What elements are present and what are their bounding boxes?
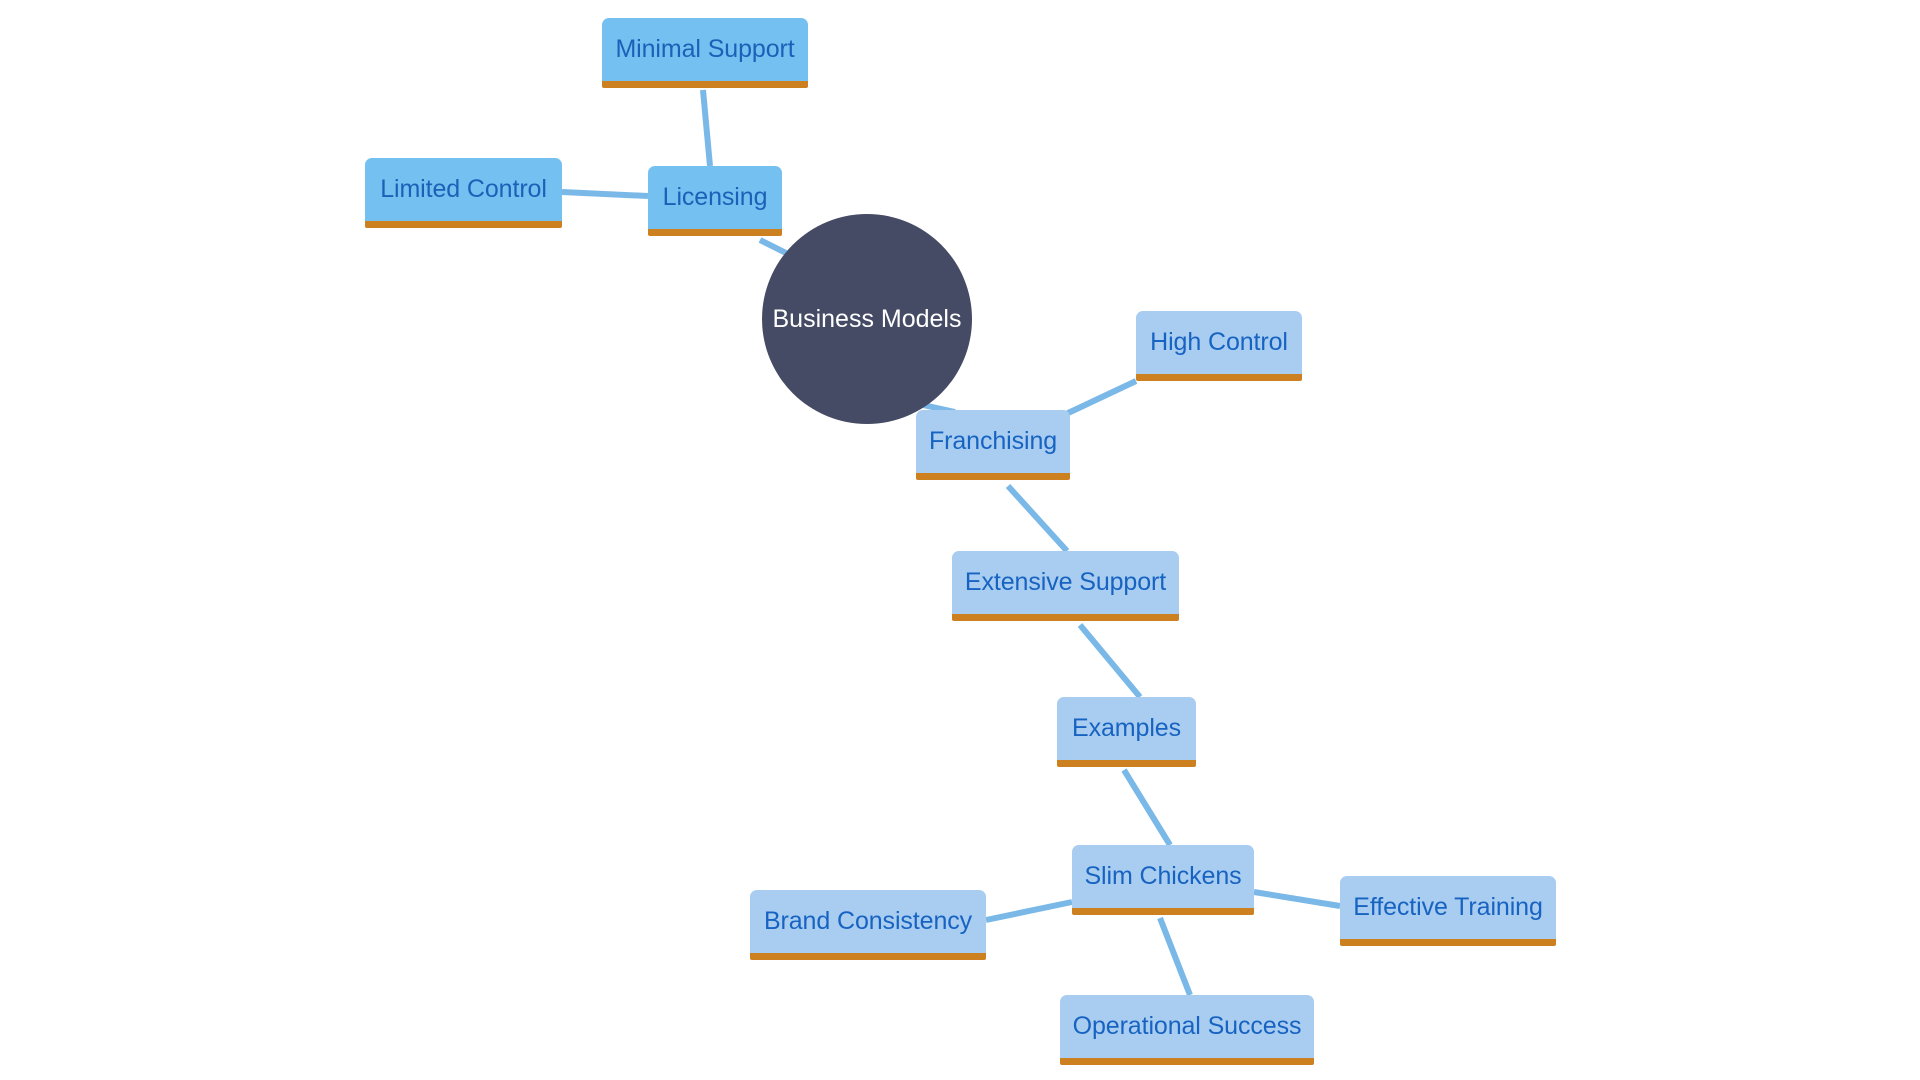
edge-licensing-limited-control [561,189,649,199]
node-examples[interactable]: Examples [1057,697,1196,767]
node-label-extensive-support: Extensive Support [964,568,1167,596]
root-node-business-models[interactable]: Business Models [762,214,972,424]
node-licensing[interactable]: Licensing [648,166,782,236]
edge-licensing-minimal-support [700,89,713,167]
node-label-minimal-support: Minimal Support [615,35,795,63]
root-node-label: Business Models [772,304,962,333]
node-label-licensing: Licensing [662,183,768,211]
node-minimal-support[interactable]: Minimal Support [602,18,808,88]
node-label-slim-chickens: Slim Chickens [1084,862,1242,890]
edge-examples-slim-chickens [1121,768,1173,847]
node-brand-consistency[interactable]: Brand Consistency [750,890,986,960]
node-franchising[interactable]: Franchising [916,410,1070,480]
node-extensive-support[interactable]: Extensive Support [952,551,1179,621]
edge-franchising-high-control [1064,378,1138,417]
node-high-control[interactable]: High Control [1136,311,1302,381]
mindmap-canvas: Minimal Support Limited Control Licensing H… [0,0,1920,1080]
node-label-franchising: Franchising [928,427,1058,455]
node-label-examples: Examples [1072,714,1181,742]
edge-franchising-extensive [1005,483,1070,554]
node-slim-chickens[interactable]: Slim Chickens [1072,845,1254,915]
node-label-operational-success: Operational Success [1072,1012,1302,1040]
node-label-high-control: High Control [1150,328,1288,356]
edge-slim-effective-training [1253,889,1341,909]
node-effective-training[interactable]: Effective Training [1340,876,1556,946]
node-limited-control[interactable]: Limited Control [365,158,562,228]
edge-slim-operational-success [1157,916,1193,997]
node-label-limited-control: Limited Control [380,175,547,203]
node-label-effective-training: Effective Training [1353,893,1543,921]
node-operational-success[interactable]: Operational Success [1060,995,1314,1065]
node-label-brand-consistency: Brand Consistency [763,907,973,935]
edge-slim-brand-consistency [985,899,1073,923]
edge-extensive-examples [1077,623,1143,699]
